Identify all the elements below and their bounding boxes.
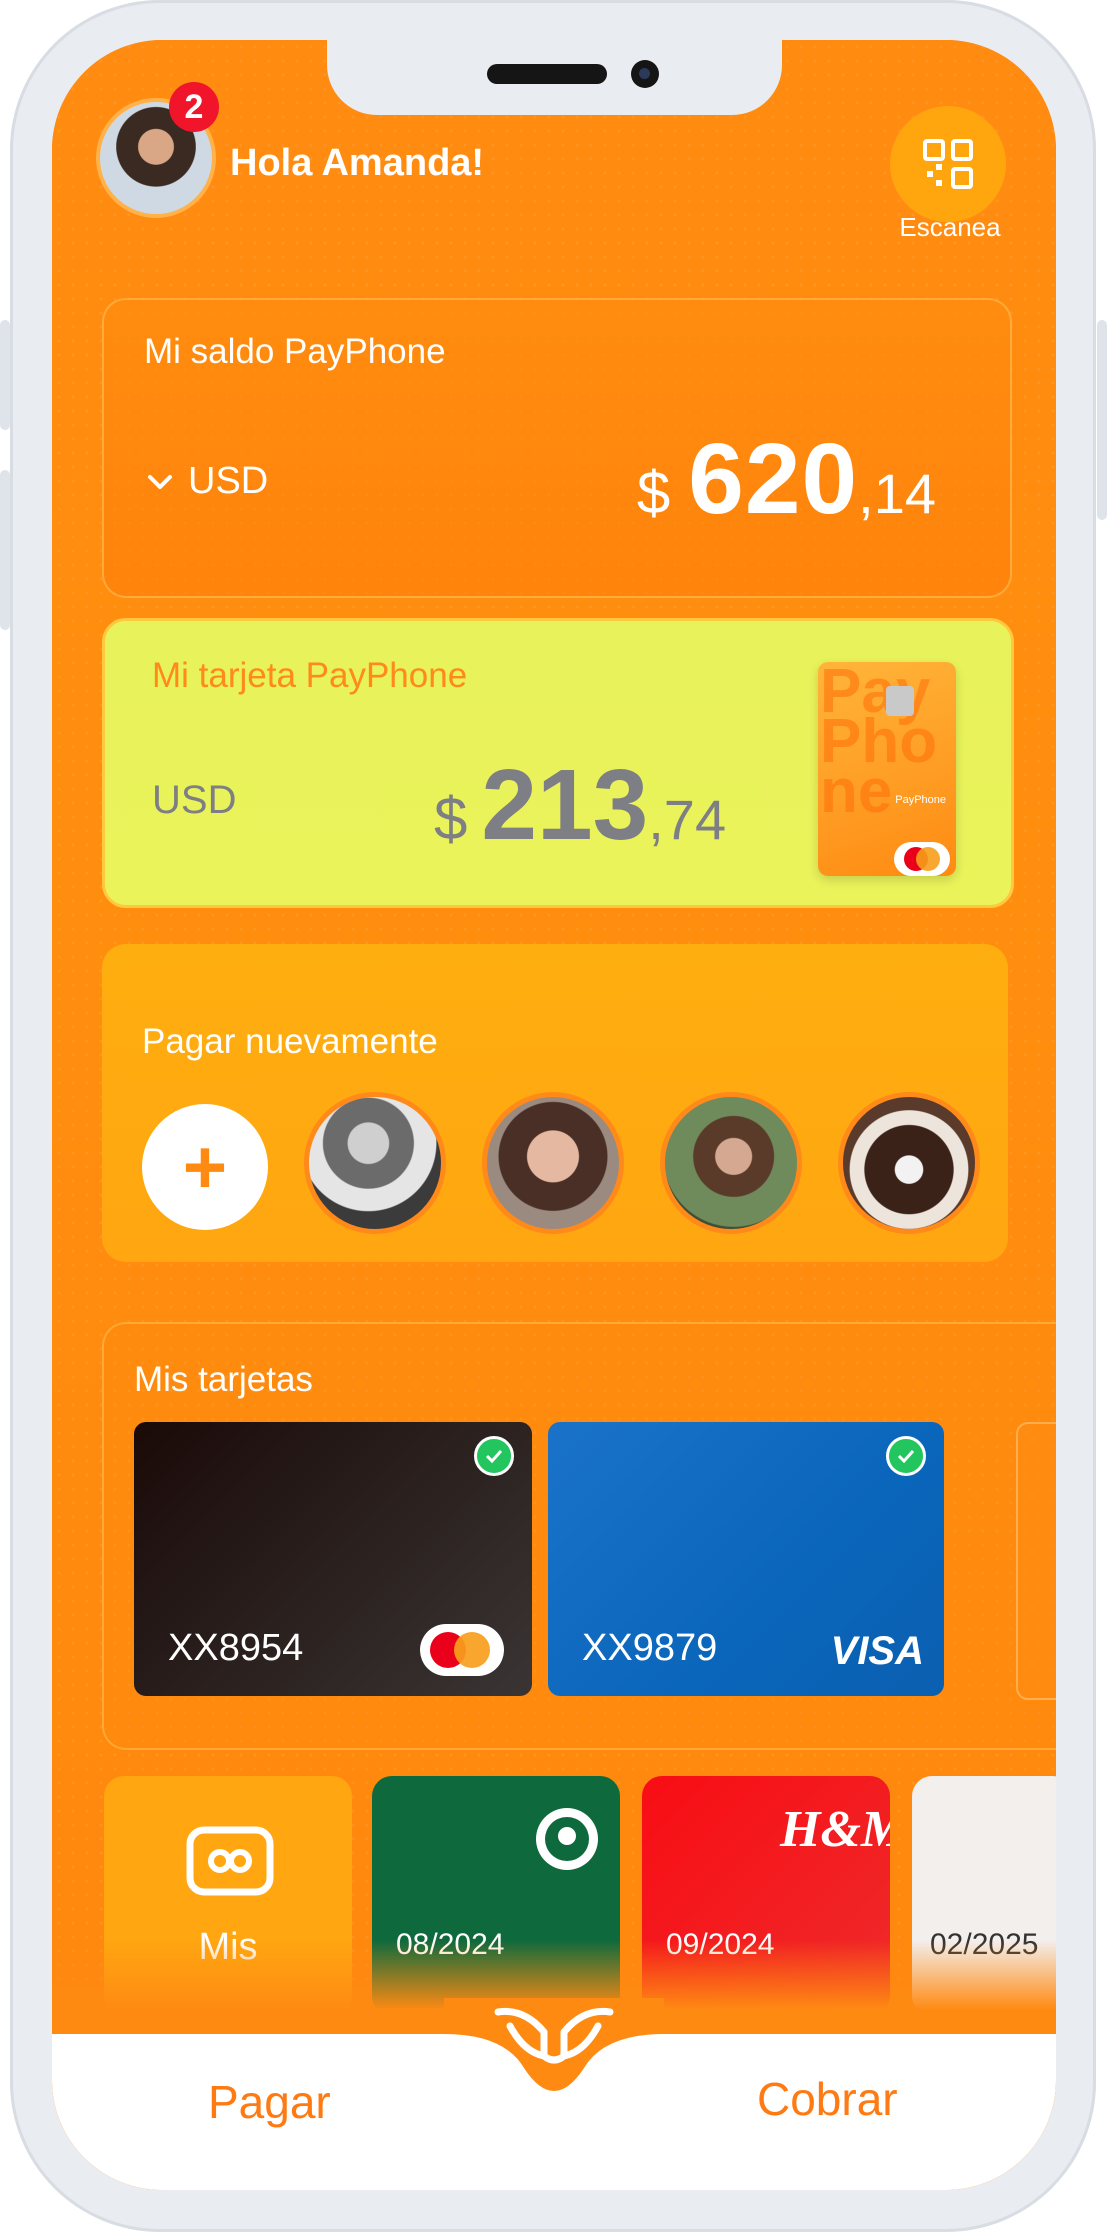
notification-badge[interactable]: 2 [169,82,219,132]
amount-decimals: ,74 [648,788,727,851]
my-cards-title: Mis tarjetas [134,1360,313,1399]
amount-integer: 620 [688,423,859,535]
add-card-button[interactable]: Ag [1016,1422,1056,1700]
side-button [0,320,10,430]
charge-tab[interactable]: Cobrar [757,2072,898,2126]
greeting-text: Hola Amanda! [230,142,485,184]
currency-selector[interactable]: USD [146,460,268,503]
card-number: XX8954 [168,1627,304,1669]
currency-symbol: $ [636,459,671,526]
payphone-amount: $ 213 ,74 [434,748,726,863]
check-icon [474,1436,514,1476]
qr-icon [923,139,973,189]
credit-card[interactable]: XX8954 [134,1422,532,1696]
currency-symbol: $ [434,785,468,852]
chevron-down-icon [148,474,172,489]
add-contact-button[interactable]: + [142,1104,268,1230]
scan-button[interactable] [890,106,1006,222]
scan-label: Escanea [899,212,1001,242]
contact-avatar[interactable] [304,1092,446,1234]
app-screen: 2 Hola Amanda! Escanea Mi saldo PayPhone… [52,40,1056,2190]
amount-decimals: ,14 [858,462,936,525]
credit-card[interactable]: XX9879 VISA [548,1422,944,1696]
starbucks-icon [536,1808,598,1870]
balance-amount: $ 620 ,14 [637,422,936,537]
contact-avatar[interactable] [482,1092,624,1234]
camera-icon [631,60,659,88]
mastercard-icon [420,1624,504,1676]
card-chip [886,686,914,716]
card-number: XX9879 [582,1627,718,1669]
balance-title: Mi saldo PayPhone [144,332,446,371]
card-brand-label: PayPhone [895,794,946,806]
payphone-card-title: Mi tarjeta PayPhone [152,656,468,695]
payphone-card-image: Pay Pho ne PayPhone [818,662,956,876]
notch [327,40,782,115]
visa-logo: VISA [830,1629,924,1673]
amount-integer: 213 [481,749,649,861]
check-icon [886,1436,926,1476]
hm-logo: H&M [780,1801,890,1858]
speaker [487,64,607,84]
contact-avatar[interactable] [838,1092,980,1234]
contact-avatar[interactable] [660,1092,802,1234]
pay-tab[interactable]: Pagar [208,2075,331,2129]
pay-again-title: Pagar nuevamente [142,1022,438,1061]
side-button [1097,320,1107,520]
side-button [0,470,10,630]
mastercard-icon [894,842,950,876]
payphone-currency: USD [152,778,237,822]
center-tab[interactable] [444,1998,664,2108]
gift-card-icon [186,1826,274,1896]
currency-label: USD [188,460,269,502]
